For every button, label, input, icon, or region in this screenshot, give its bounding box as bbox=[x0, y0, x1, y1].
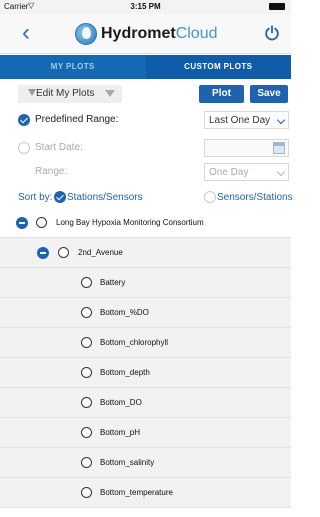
plot-tabs: MY PLOTS CUSTOM PLOTS bbox=[0, 55, 291, 79]
sort-stations-sensors-label[interactable]: Stations/Sensors bbox=[67, 192, 143, 203]
collapse-icon[interactable] bbox=[37, 247, 49, 259]
sensor-label: Bottom_pH bbox=[100, 428, 141, 437]
sensor-row[interactable]: Bottom_temperature bbox=[0, 478, 291, 508]
sensor-row[interactable]: Bottom_depth bbox=[0, 358, 291, 388]
calendar-icon[interactable] bbox=[273, 142, 285, 154]
filter-icon bbox=[28, 89, 36, 96]
start-date-row: Start Date: bbox=[0, 139, 291, 161]
sensor-radio[interactable] bbox=[81, 487, 92, 498]
range-row: Range: One Day bbox=[0, 163, 291, 185]
range-select[interactable]: One Day bbox=[204, 163, 289, 181]
tree-group-row[interactable]: Long Bay Hypoxia Monitoring Consortium bbox=[0, 208, 291, 238]
sort-row: Sort by: Stations/Sensors Sensors/Statio… bbox=[0, 189, 293, 207]
save-button[interactable]: Save bbox=[250, 85, 288, 103]
sensor-radio[interactable] bbox=[81, 457, 92, 468]
sensor-row[interactable]: Bottom_salinity bbox=[0, 448, 291, 478]
sensor-label: Battery bbox=[100, 278, 126, 287]
edit-my-plots-label: Edit My Plots bbox=[36, 88, 95, 99]
station-label: 2nd_Avenue bbox=[78, 248, 123, 257]
sensor-row[interactable]: Battery bbox=[0, 268, 291, 298]
sensor-radio[interactable] bbox=[81, 427, 92, 438]
sort-by-label: Sort by: bbox=[18, 192, 53, 203]
chevron-down-icon bbox=[276, 167, 286, 177]
sort-sensors-stations-label[interactable]: Sensors/Stations bbox=[217, 192, 293, 203]
predefined-range-value: Last One Day bbox=[209, 115, 271, 126]
predefined-range-checkbox[interactable] bbox=[18, 114, 30, 126]
tree-station-row[interactable]: 2nd_Avenue bbox=[0, 238, 291, 268]
sensor-row[interactable]: Bottom_chlorophyll bbox=[0, 328, 291, 358]
tab-my-plots[interactable]: MY PLOTS bbox=[0, 55, 146, 79]
sensor-row[interactable]: Bottom_%DO bbox=[0, 298, 291, 328]
sensor-label: Bottom_DO bbox=[100, 398, 142, 407]
range-value: One Day bbox=[209, 167, 249, 178]
collapse-icon[interactable] bbox=[16, 217, 28, 229]
plot-button[interactable]: Plot bbox=[199, 85, 244, 103]
sensor-radio[interactable] bbox=[81, 397, 92, 408]
hydromet-logo-icon bbox=[75, 23, 97, 45]
app-brand: HydrometCloud bbox=[101, 25, 218, 43]
predefined-range-label: Predefined Range: bbox=[35, 114, 119, 125]
back-chevron-icon[interactable]: ‹ bbox=[22, 19, 30, 47]
sensor-radio[interactable] bbox=[81, 337, 92, 348]
battery-icon bbox=[269, 3, 285, 10]
sensor-label: Bottom_salinity bbox=[100, 458, 155, 467]
nav-bar: ‹ HydrometCloud bbox=[0, 14, 291, 54]
edit-my-plots-button[interactable]: Edit My Plots bbox=[18, 85, 122, 103]
status-time: 3:15 PM bbox=[130, 2, 161, 11]
sensor-row[interactable]: Bottom_pH bbox=[0, 418, 291, 448]
sensor-label: Bottom_temperature bbox=[100, 488, 173, 497]
sort-sensors-stations-radio[interactable] bbox=[204, 191, 216, 203]
sensor-radio[interactable] bbox=[81, 307, 92, 318]
start-date-label: Start Date: bbox=[35, 142, 83, 153]
range-label: Range: bbox=[35, 166, 68, 177]
predefined-range-select[interactable]: Last One Day bbox=[204, 111, 289, 129]
group-radio[interactable] bbox=[36, 217, 47, 228]
sensor-radio[interactable] bbox=[81, 367, 92, 378]
plot-toolbar: Edit My Plots Plot Save bbox=[0, 84, 291, 106]
brand-main: Hydromet bbox=[101, 25, 176, 42]
predefined-range-row: Predefined Range: Last One Day bbox=[0, 111, 291, 133]
filter-dropdown-icon bbox=[105, 90, 115, 97]
brand-suffix: Cloud bbox=[175, 25, 218, 42]
sensor-radio[interactable] bbox=[81, 277, 92, 288]
chevron-down-icon bbox=[276, 115, 286, 125]
start-date-field[interactable] bbox=[204, 139, 289, 157]
tab-custom-plots[interactable]: CUSTOM PLOTS bbox=[145, 55, 291, 79]
group-label: Long Bay Hypoxia Monitoring Consortium bbox=[56, 218, 204, 227]
sort-stations-sensors-radio[interactable] bbox=[54, 191, 66, 203]
sensor-label: Bottom_depth bbox=[100, 368, 150, 377]
station-radio[interactable] bbox=[58, 247, 69, 258]
sensor-label: Bottom_%DO bbox=[100, 308, 149, 317]
power-icon[interactable] bbox=[263, 24, 281, 42]
sensor-row[interactable]: Bottom_DO bbox=[0, 388, 291, 418]
status-bar: Carrier ▽ 3:15 PM bbox=[0, 0, 291, 14]
sensor-label: Bottom_chlorophyll bbox=[100, 338, 169, 347]
start-date-checkbox[interactable] bbox=[18, 142, 30, 154]
